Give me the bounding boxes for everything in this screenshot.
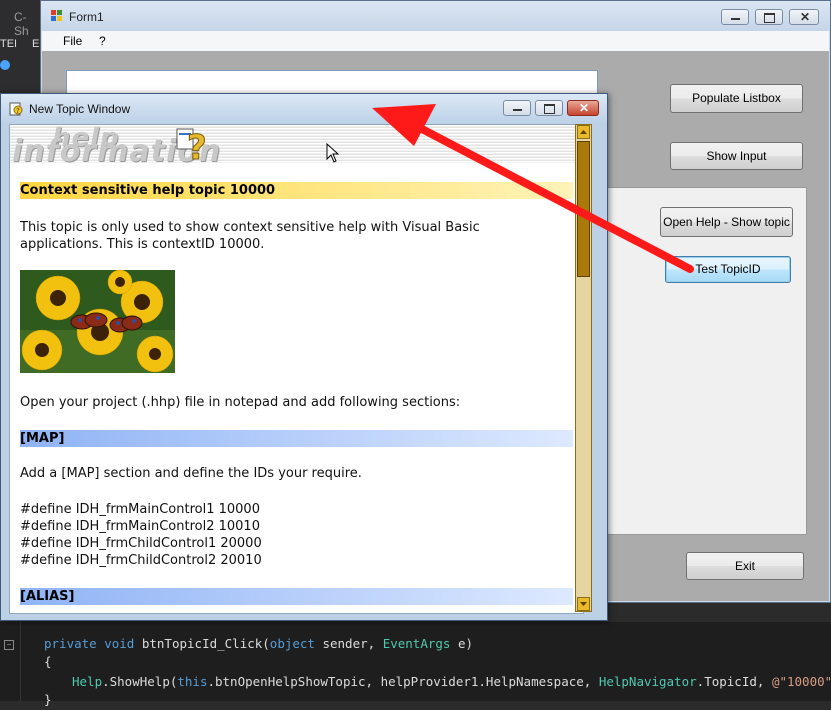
annotation-arrow bbox=[372, 104, 694, 273]
